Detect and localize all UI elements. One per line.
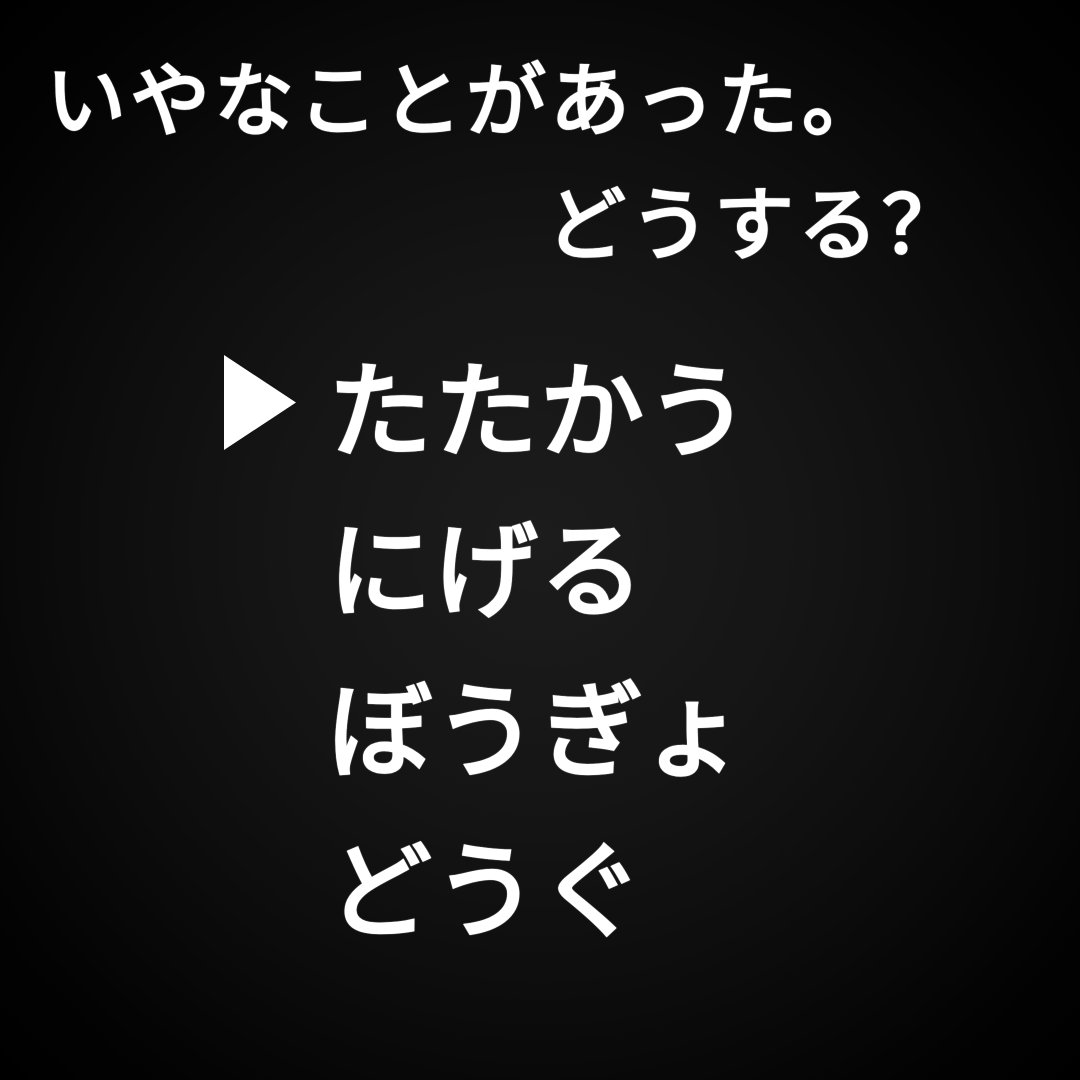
triangle-right-cursor-icon	[224, 355, 296, 450]
command-menu: たたかう にげる ぼうぎょ どうぐ	[224, 340, 824, 1000]
message-line-2: どうする？	[546, 179, 966, 272]
menu-item-fight[interactable]: たたかう	[328, 360, 752, 464]
game-screen: いやなことがあった。 どうする？ たたかう にげる ぼうぎょ どうぐ	[0, 0, 1080, 1080]
message-line-1: いやなことがあった。	[46, 55, 886, 148]
menu-item-defend[interactable]: ぼうぎょ	[328, 680, 747, 784]
menu-item-items[interactable]: どうぐ	[328, 840, 646, 944]
menu-item-run[interactable]: にげる	[328, 520, 646, 624]
